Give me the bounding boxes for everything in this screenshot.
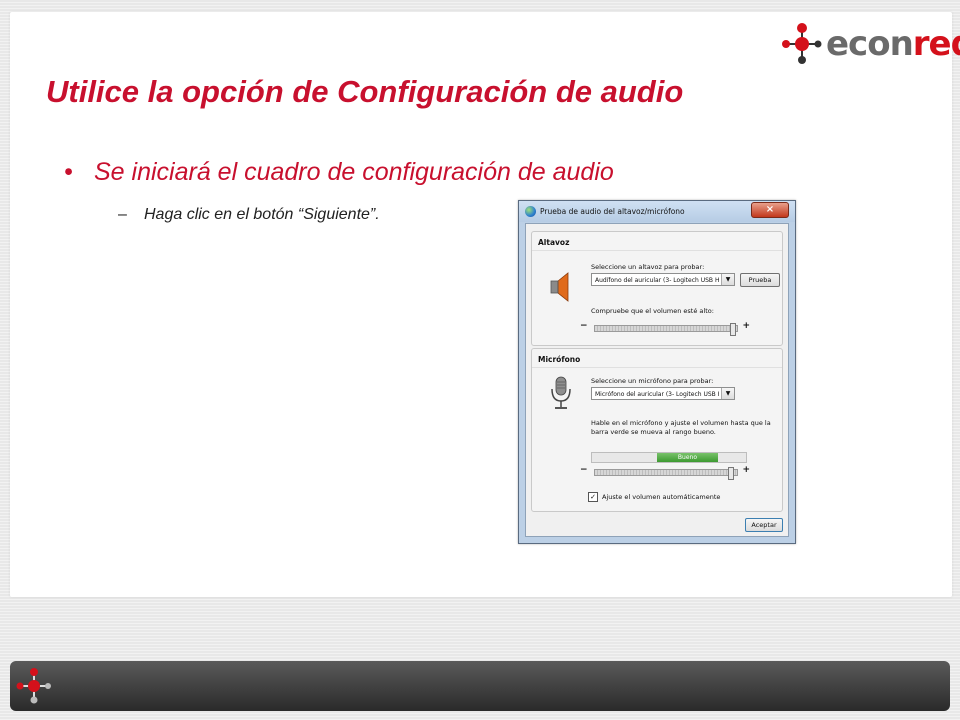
main-bullet-text: Se iniciará el cuadro de configuración d… xyxy=(94,158,614,186)
speaker-icon xyxy=(546,270,576,304)
logo-wordmark-econ: econ xyxy=(826,24,914,64)
auto-adjust-checkbox[interactable]: ✓ xyxy=(588,492,598,502)
sub-bullet-dash: – xyxy=(118,206,127,223)
audio-test-dialog: Prueba de audio del altavoz/micrófono × … xyxy=(518,200,796,544)
sub-bullet: – Haga clic en el botón “Siguiente”. xyxy=(118,206,380,224)
microphone-group-title: Micrófono xyxy=(538,355,581,364)
accept-button[interactable]: Aceptar xyxy=(745,518,783,532)
microphone-volume-thumb[interactable] xyxy=(728,467,735,480)
speaker-volume-plus-icon: + xyxy=(742,321,750,331)
microphone-volume-slider[interactable] xyxy=(594,467,738,480)
auto-adjust-label: Ajuste el volumen automáticamente xyxy=(602,493,721,501)
slide-title: Utilice la opción de Configuración de au… xyxy=(46,74,684,109)
microphone-select-label: Seleccione un micrófono para probar: xyxy=(591,377,714,385)
speaker-device-select[interactable]: Audífono del auricular (3- Logitech USB … xyxy=(591,273,735,286)
speaker-group-title: Altavoz xyxy=(538,238,570,247)
speaker-group: Altavoz Seleccione un altavoz para proba… xyxy=(531,231,783,346)
molecule-logo-icon xyxy=(780,22,824,66)
sub-bullet-text: Haga clic en el botón “Siguiente”. xyxy=(144,206,380,223)
speaker-volume-thumb[interactable] xyxy=(729,323,736,336)
slide-background: econred Utilice la opción de Configuraci… xyxy=(0,0,960,720)
microphone-volume-minus-icon: − xyxy=(580,465,588,475)
logo-wordmark: econred xyxy=(826,27,960,61)
microphone-device-select[interactable]: Micrófono del auricular (3- Logitech USB… xyxy=(591,387,735,400)
test-speaker-button[interactable]: Prueba xyxy=(740,273,780,287)
main-bullet: • Se iniciará el cuadro de configuración… xyxy=(64,158,614,187)
auto-adjust-row[interactable]: ✓ Ajuste el volumen automáticamente xyxy=(588,492,720,502)
microphone-help-text: Hable en el micrófono y ajuste el volume… xyxy=(591,419,771,436)
speaker-volume-minus-icon: − xyxy=(580,321,588,331)
speaker-group-divider xyxy=(532,250,782,251)
footer-bar xyxy=(10,661,950,711)
microphone-level-meter: Bueno xyxy=(591,452,747,463)
chevron-down-icon: ▼ xyxy=(721,274,734,285)
microphone-volume-slider-row: − + xyxy=(580,465,750,480)
windows-orb-icon xyxy=(525,206,536,217)
speaker-selected-device: Audífono del auricular (3- Logitech USB … xyxy=(595,277,719,284)
microphone-group: Micrófono Seleccione un micrófono para p… xyxy=(531,348,783,512)
close-button[interactable]: × xyxy=(751,202,789,218)
dialog-body: Altavoz Seleccione un altavoz para proba… xyxy=(525,223,789,537)
speaker-select-label: Seleccione un altavoz para probar: xyxy=(591,263,705,271)
microphone-selected-device: Micrófono del auricular (3- Logitech USB… xyxy=(595,391,719,398)
logo-wordmark-red: red xyxy=(912,24,960,64)
microphone-group-divider xyxy=(532,367,782,368)
speaker-volume-slider[interactable] xyxy=(594,323,738,336)
dialog-title: Prueba de audio del altavoz/micrófono xyxy=(540,207,685,216)
microphone-volume-plus-icon: + xyxy=(742,465,750,475)
microphone-icon xyxy=(546,375,576,409)
bullet-dot: • xyxy=(64,158,73,186)
chevron-down-icon: ▼ xyxy=(721,388,734,399)
econred-logo: econred xyxy=(780,22,960,66)
dialog-titlebar[interactable]: Prueba de audio del altavoz/micrófono × xyxy=(519,201,795,222)
footer-molecule-logo-icon xyxy=(14,666,54,706)
speaker-volume-slider-row: − + xyxy=(580,321,750,336)
speaker-volume-label: Compruebe que el volumen esté alto: xyxy=(591,307,714,315)
good-range-label: Bueno xyxy=(677,454,698,461)
